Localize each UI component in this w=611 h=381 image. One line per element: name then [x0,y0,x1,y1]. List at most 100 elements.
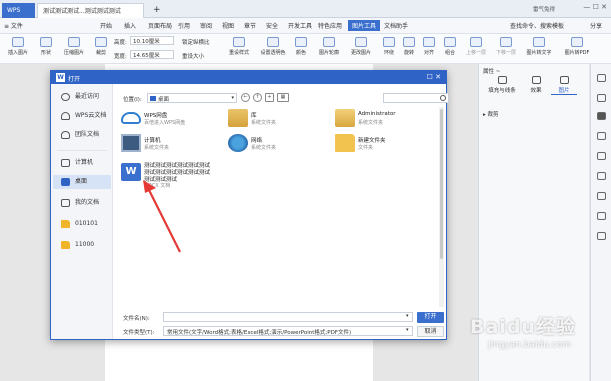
share-icon[interactable] [597,152,606,160]
team-icon [61,131,70,139]
file-list-scrollbar[interactable] [439,107,444,307]
menu-page-layout[interactable]: 页面布局 [148,21,172,30]
rotate-button[interactable]: 旋转 [400,37,418,56]
user-name[interactable]: 雷气兔得 [533,5,555,13]
cloud-sync-icon[interactable] [597,192,606,200]
dialog-titlebar: W 打开 ☐ ✕ [51,71,446,84]
dialog-window-controls[interactable]: ☐ ✕ [427,73,441,81]
share-button[interactable]: 分享 [590,21,602,30]
color-button[interactable]: 颜色 [290,37,312,56]
shape-button[interactable]: 形状 [36,37,56,56]
file-item-library[interactable]: 库 系统文件夹 [226,108,329,130]
command-search[interactable]: 查找命令、搜索模板 [510,21,564,30]
pen-icon[interactable] [597,74,606,82]
change-picture-button[interactable]: 更改图片 [346,37,376,56]
menu-review[interactable]: 审阅 [200,21,212,30]
crop-button[interactable]: 裁剪 [92,37,110,56]
width-field[interactable]: 14.65厘米 [130,50,174,59]
picture-to-text-icon [533,37,545,47]
file-name: 库 [251,113,257,119]
styles-icon[interactable] [597,132,606,140]
document-tab[interactable]: 测试测试测试...测试测试测试 [37,3,144,18]
file-item-administrator[interactable]: Administrator 系统文件夹 [333,108,436,130]
insert-picture-button[interactable]: 插入图片 [4,37,32,56]
picture-icon [12,37,24,47]
up-folder-icon[interactable]: ↑ [253,93,262,102]
pointer-icon[interactable] [597,94,606,102]
lock-ratio-checkbox[interactable]: 锁定纵横比 [182,38,210,46]
menu-insert[interactable]: 插入 [124,21,136,30]
location-dropdown[interactable]: 桌面 ▾ [147,93,237,103]
reset-size-button[interactable]: 重设大小 [182,52,204,60]
menu-doc-assistant[interactable]: 文档助手 [384,21,408,30]
menu-start[interactable]: 开始 [100,21,112,30]
file-name: 网络 [251,138,263,144]
sidebar-item-folder-010101[interactable]: 010101 [53,217,111,231]
menu-picture-tools[interactable]: 图片工具 [348,20,381,31]
sidebar-item-my-documents[interactable]: 我的文档 [53,196,111,210]
height-label: 高度: [114,40,127,46]
cancel-button[interactable]: 取消 [417,326,444,337]
tools-icon[interactable] [597,172,606,180]
arrow-shaft [147,187,181,253]
picture-outline-button[interactable]: 图片轮廓 [314,37,344,56]
open-dialog: W 打开 ☐ ✕ 最近访问 WPS云文档 团队文档 计算机 桌面 我的文档 01… [50,70,449,340]
backup-icon[interactable] [597,212,606,220]
tab-effects[interactable]: 效果 [523,76,549,94]
picture-to-pdf-button[interactable]: 图片转PDF [560,37,594,56]
help-icon[interactable] [597,232,606,240]
wrap-button[interactable]: 环绕 [380,37,398,56]
file-item-computer[interactable]: 计算机 系统文件夹 [119,133,222,155]
folder-icon [61,220,70,228]
height-field[interactable]: 10.10厘米 [130,36,174,45]
window-controls[interactable]: — ☐ ✕ [583,3,607,11]
sidebar-item-desktop[interactable]: 桌面 [53,175,111,189]
menu-chapter[interactable]: 章节 [244,21,256,30]
filename-input[interactable] [163,312,413,322]
menu-file[interactable]: ≡ 文件 [4,21,23,30]
view-mode-icon[interactable]: ▦ [277,93,289,102]
location-value: 桌面 [158,97,170,103]
compress-picture-button[interactable]: 压缩图片 [60,37,88,56]
file-item-network[interactable]: 网络 系统文件夹 [226,133,329,155]
change-picture-icon [355,37,367,47]
file-name: 计算机 [144,138,161,144]
sidebar-item-wps-cloud[interactable]: WPS云文档 [53,109,111,123]
sidebar-item-computer[interactable]: 计算机 [53,156,111,170]
menu-dev-tools[interactable]: 开发工具 [288,21,312,30]
crop-section[interactable]: ▸ 裁剪 [483,110,499,118]
sidebar-item-recent[interactable]: 最近访问 [53,90,111,104]
menu-view[interactable]: 视图 [222,21,234,30]
reset-style-button[interactable]: 重设样式 [224,37,254,56]
new-folder-icon[interactable]: + [265,93,274,102]
align-icon [423,37,435,47]
search-input[interactable] [383,93,449,103]
reset-style-icon [233,37,245,47]
tab-picture[interactable]: 图片 [551,76,577,95]
picture-to-text-button[interactable]: 图片转文字 [522,37,556,56]
properties-icon[interactable] [597,112,606,120]
file-item-wps-drive[interactable]: WPS网盘 百倍进入WPS网盘 [119,108,222,130]
align-button[interactable]: 对齐 [420,37,438,56]
menu-special-apps[interactable]: 特色应用 [318,21,342,30]
set-transparent-button[interactable]: 设置透明色 [258,37,288,56]
send-backward-button[interactable]: 下移一层 [492,37,520,56]
scrollbar-thumb[interactable] [440,109,443,259]
filetype-select[interactable]: 常用文件(文字/Word格式;表格/Excel格式;演示/PowerPoint格… [163,326,413,336]
sidebar-item-team-docs[interactable]: 团队文档 [53,128,111,142]
menu-reference[interactable]: 引用 [178,21,190,30]
tab-fill-line[interactable]: 填充与线条 [485,76,519,94]
desktop-icon [150,96,156,101]
watermark-sub: jingyan.baidu.com [488,340,572,350]
menu-security[interactable]: 安全 [266,21,278,30]
wps-home-tab[interactable]: WPS [2,3,35,18]
desktop-icon [61,178,70,186]
group-button[interactable]: 组合 [440,37,460,56]
open-button[interactable]: 打开 [417,312,444,323]
cloud-icon [61,112,70,120]
bring-forward-button[interactable]: 上移一层 [462,37,490,56]
file-item-new-folder[interactable]: 新建文件夹 文件夹 [333,133,436,155]
new-tab-button[interactable]: + [148,3,166,18]
sidebar-item-folder-11000[interactable]: 11000 [53,238,111,252]
back-icon[interactable]: ← [241,93,250,102]
